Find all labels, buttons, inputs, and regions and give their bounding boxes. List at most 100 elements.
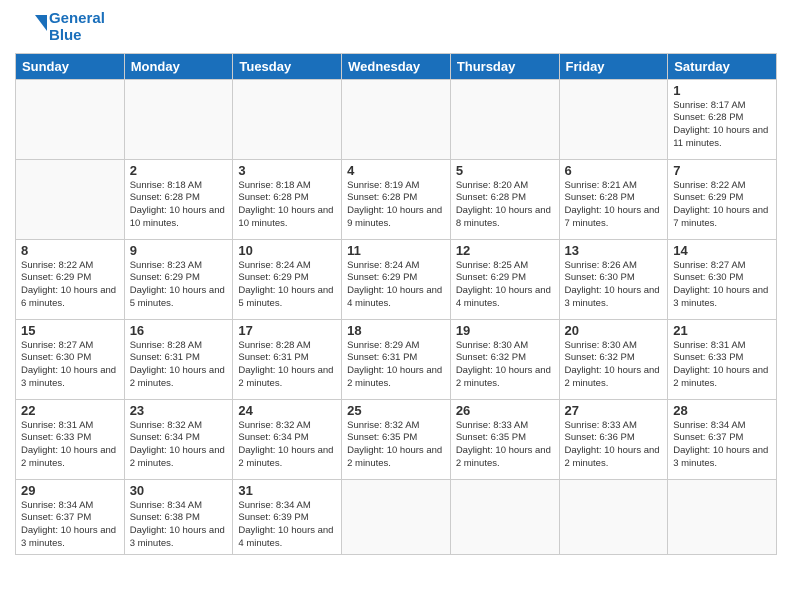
calendar-day-cell: 14Sunrise: 8:27 AMSunset: 6:30 PMDayligh…: [668, 239, 777, 319]
calendar-day-cell: 31 Sunrise: 8:34 AMSunset: 6:39 PMDayligh…: [233, 479, 342, 554]
day-info: Sunrise: 8:27 AMSunset: 6:30 PMDaylight:…: [673, 260, 771, 311]
day-number: 31: [238, 483, 336, 498]
day-number: 17: [238, 323, 336, 338]
day-number: 12: [456, 243, 554, 258]
calendar-day-cell: 4Sunrise: 8:19 AMSunset: 6:28 PMDaylight…: [342, 159, 451, 239]
calendar-week-row: 8Sunrise: 8:22 AMSunset: 6:29 PMDaylight…: [16, 239, 777, 319]
calendar-day-header: Thursday: [450, 53, 559, 79]
day-info: Sunrise: 8:34 AMSunset: 6:37 PMDaylight:…: [21, 500, 119, 551]
logo: General Blue: [15, 10, 105, 45]
calendar-day-cell: 9 Sunrise: 8:23 AMSunset: 6:29 PMDaylight…: [124, 239, 233, 319]
day-info: Sunrise: 8:31 AMSunset: 6:33 PMDaylight:…: [21, 420, 119, 471]
day-number: 11: [347, 243, 445, 258]
day-number: 28: [673, 403, 771, 418]
calendar-day-cell: 3 Sunrise: 8:18 AMSunset: 6:28 PMDaylight…: [233, 159, 342, 239]
day-info: Sunrise: 8:24 AMSunset: 6:29 PMDaylight:…: [347, 260, 445, 311]
calendar-empty-cell: [450, 79, 559, 159]
day-info: Sunrise: 8:32 AMSunset: 6:35 PMDaylight:…: [347, 420, 445, 471]
day-info: Sunrise: 8:22 AMSunset: 6:29 PMDaylight:…: [21, 260, 119, 311]
day-number: 24: [238, 403, 336, 418]
day-info: Sunrise: 8:33 AMSunset: 6:36 PMDaylight:…: [565, 420, 663, 471]
day-number: 9: [130, 243, 228, 258]
day-number: 6: [565, 163, 663, 178]
calendar-empty-cell: [124, 79, 233, 159]
day-info: Sunrise: 8:34 AMSunset: 6:39 PMDaylight:…: [238, 500, 336, 551]
calendar-week-row: 2 Sunrise: 8:18 AMSunset: 6:28 PMDaylight…: [16, 159, 777, 239]
calendar-day-cell: 5 Sunrise: 8:20 AMSunset: 6:28 PMDaylight…: [450, 159, 559, 239]
calendar-empty-cell: [16, 79, 125, 159]
calendar-day-cell: 20 Sunrise: 8:30 AMSunset: 6:32 PMDayligh…: [559, 319, 668, 399]
calendar-day-cell: 13Sunrise: 8:26 AMSunset: 6:30 PMDayligh…: [559, 239, 668, 319]
day-info: Sunrise: 8:32 AMSunset: 6:34 PMDaylight:…: [238, 420, 336, 471]
day-info: Sunrise: 8:29 AMSunset: 6:31 PMDaylight:…: [347, 340, 445, 391]
day-number: 21: [673, 323, 771, 338]
calendar-week-row: 29Sunrise: 8:34 AMSunset: 6:37 PMDayligh…: [16, 479, 777, 554]
calendar-day-header: Sunday: [16, 53, 125, 79]
day-info: Sunrise: 8:20 AMSunset: 6:28 PMDaylight:…: [456, 180, 554, 231]
day-number: 2: [130, 163, 228, 178]
calendar-day-cell: 8Sunrise: 8:22 AMSunset: 6:29 PMDaylight…: [16, 239, 125, 319]
calendar-day-cell: 22 Sunrise: 8:31 AMSunset: 6:33 PMDayligh…: [16, 399, 125, 479]
calendar-empty-cell: [559, 79, 668, 159]
day-info: Sunrise: 8:34 AMSunset: 6:38 PMDaylight:…: [130, 500, 228, 551]
day-info: Sunrise: 8:18 AMSunset: 6:28 PMDaylight:…: [130, 180, 228, 231]
day-number: 15: [21, 323, 119, 338]
day-info: Sunrise: 8:30 AMSunset: 6:32 PMDaylight:…: [456, 340, 554, 391]
calendar-day-cell: 6Sunrise: 8:21 AMSunset: 6:28 PMDaylight…: [559, 159, 668, 239]
calendar-empty-cell: [450, 479, 559, 554]
logo-blue: Blue: [49, 27, 105, 44]
calendar-empty-cell: [233, 79, 342, 159]
day-number: 1: [673, 83, 771, 98]
day-info: Sunrise: 8:30 AMSunset: 6:32 PMDaylight:…: [565, 340, 663, 391]
day-number: 30: [130, 483, 228, 498]
calendar-day-cell: 11 Sunrise: 8:24 AMSunset: 6:29 PMDayligh…: [342, 239, 451, 319]
calendar-day-cell: 15 Sunrise: 8:27 AMSunset: 6:30 PMDayligh…: [16, 319, 125, 399]
day-info: Sunrise: 8:17 AMSunset: 6:28 PMDaylight:…: [673, 100, 771, 151]
day-info: Sunrise: 8:23 AMSunset: 6:29 PMDaylight:…: [130, 260, 228, 311]
calendar-day-cell: 1 Sunrise: 8:17 AMSunset: 6:28 PMDaylight…: [668, 79, 777, 159]
calendar-empty-cell: [16, 159, 125, 239]
day-number: 26: [456, 403, 554, 418]
calendar-day-cell: 10Sunrise: 8:24 AMSunset: 6:29 PMDayligh…: [233, 239, 342, 319]
calendar-day-cell: 17Sunrise: 8:28 AMSunset: 6:31 PMDayligh…: [233, 319, 342, 399]
calendar-day-cell: 7Sunrise: 8:22 AMSunset: 6:29 PMDaylight…: [668, 159, 777, 239]
day-info: Sunrise: 8:22 AMSunset: 6:29 PMDaylight:…: [673, 180, 771, 231]
day-number: 19: [456, 323, 554, 338]
day-number: 13: [565, 243, 663, 258]
day-number: 20: [565, 323, 663, 338]
day-info: Sunrise: 8:19 AMSunset: 6:28 PMDaylight:…: [347, 180, 445, 231]
day-info: Sunrise: 8:33 AMSunset: 6:35 PMDaylight:…: [456, 420, 554, 471]
calendar-day-cell: 27 Sunrise: 8:33 AMSunset: 6:36 PMDayligh…: [559, 399, 668, 479]
calendar-day-cell: 16Sunrise: 8:28 AMSunset: 6:31 PMDayligh…: [124, 319, 233, 399]
calendar-day-header: Friday: [559, 53, 668, 79]
calendar-empty-cell: [668, 479, 777, 554]
calendar-day-cell: 29Sunrise: 8:34 AMSunset: 6:37 PMDayligh…: [16, 479, 125, 554]
day-info: Sunrise: 8:18 AMSunset: 6:28 PMDaylight:…: [238, 180, 336, 231]
calendar-day-cell: 19 Sunrise: 8:30 AMSunset: 6:32 PMDayligh…: [450, 319, 559, 399]
calendar-day-cell: 26 Sunrise: 8:33 AMSunset: 6:35 PMDayligh…: [450, 399, 559, 479]
day-number: 3: [238, 163, 336, 178]
calendar-header-row: SundayMondayTuesdayWednesdayThursdayFrid…: [16, 53, 777, 79]
calendar-day-cell: 23 Sunrise: 8:32 AMSunset: 6:34 PMDayligh…: [124, 399, 233, 479]
day-info: Sunrise: 8:27 AMSunset: 6:30 PMDaylight:…: [21, 340, 119, 391]
day-number: 23: [130, 403, 228, 418]
day-number: 25: [347, 403, 445, 418]
day-number: 18: [347, 323, 445, 338]
day-number: 5: [456, 163, 554, 178]
calendar-day-header: Wednesday: [342, 53, 451, 79]
calendar-week-row: 1 Sunrise: 8:17 AMSunset: 6:28 PMDaylight…: [16, 79, 777, 159]
calendar-day-cell: 2 Sunrise: 8:18 AMSunset: 6:28 PMDaylight…: [124, 159, 233, 239]
logo-wrapper: General Blue: [15, 10, 105, 45]
logo-icon: [15, 11, 47, 43]
calendar-day-cell: 12Sunrise: 8:25 AMSunset: 6:29 PMDayligh…: [450, 239, 559, 319]
logo-general: General: [49, 10, 105, 27]
day-info: Sunrise: 8:32 AMSunset: 6:34 PMDaylight:…: [130, 420, 228, 471]
day-info: Sunrise: 8:24 AMSunset: 6:29 PMDaylight:…: [238, 260, 336, 311]
day-number: 22: [21, 403, 119, 418]
day-number: 27: [565, 403, 663, 418]
calendar-day-cell: 24 Sunrise: 8:32 AMSunset: 6:34 PMDayligh…: [233, 399, 342, 479]
calendar-day-cell: 28Sunrise: 8:34 AMSunset: 6:37 PMDayligh…: [668, 399, 777, 479]
page-container: General Blue SundayMondayTuesdayWednesda…: [0, 0, 792, 612]
calendar-day-header: Saturday: [668, 53, 777, 79]
calendar-empty-cell: [342, 79, 451, 159]
